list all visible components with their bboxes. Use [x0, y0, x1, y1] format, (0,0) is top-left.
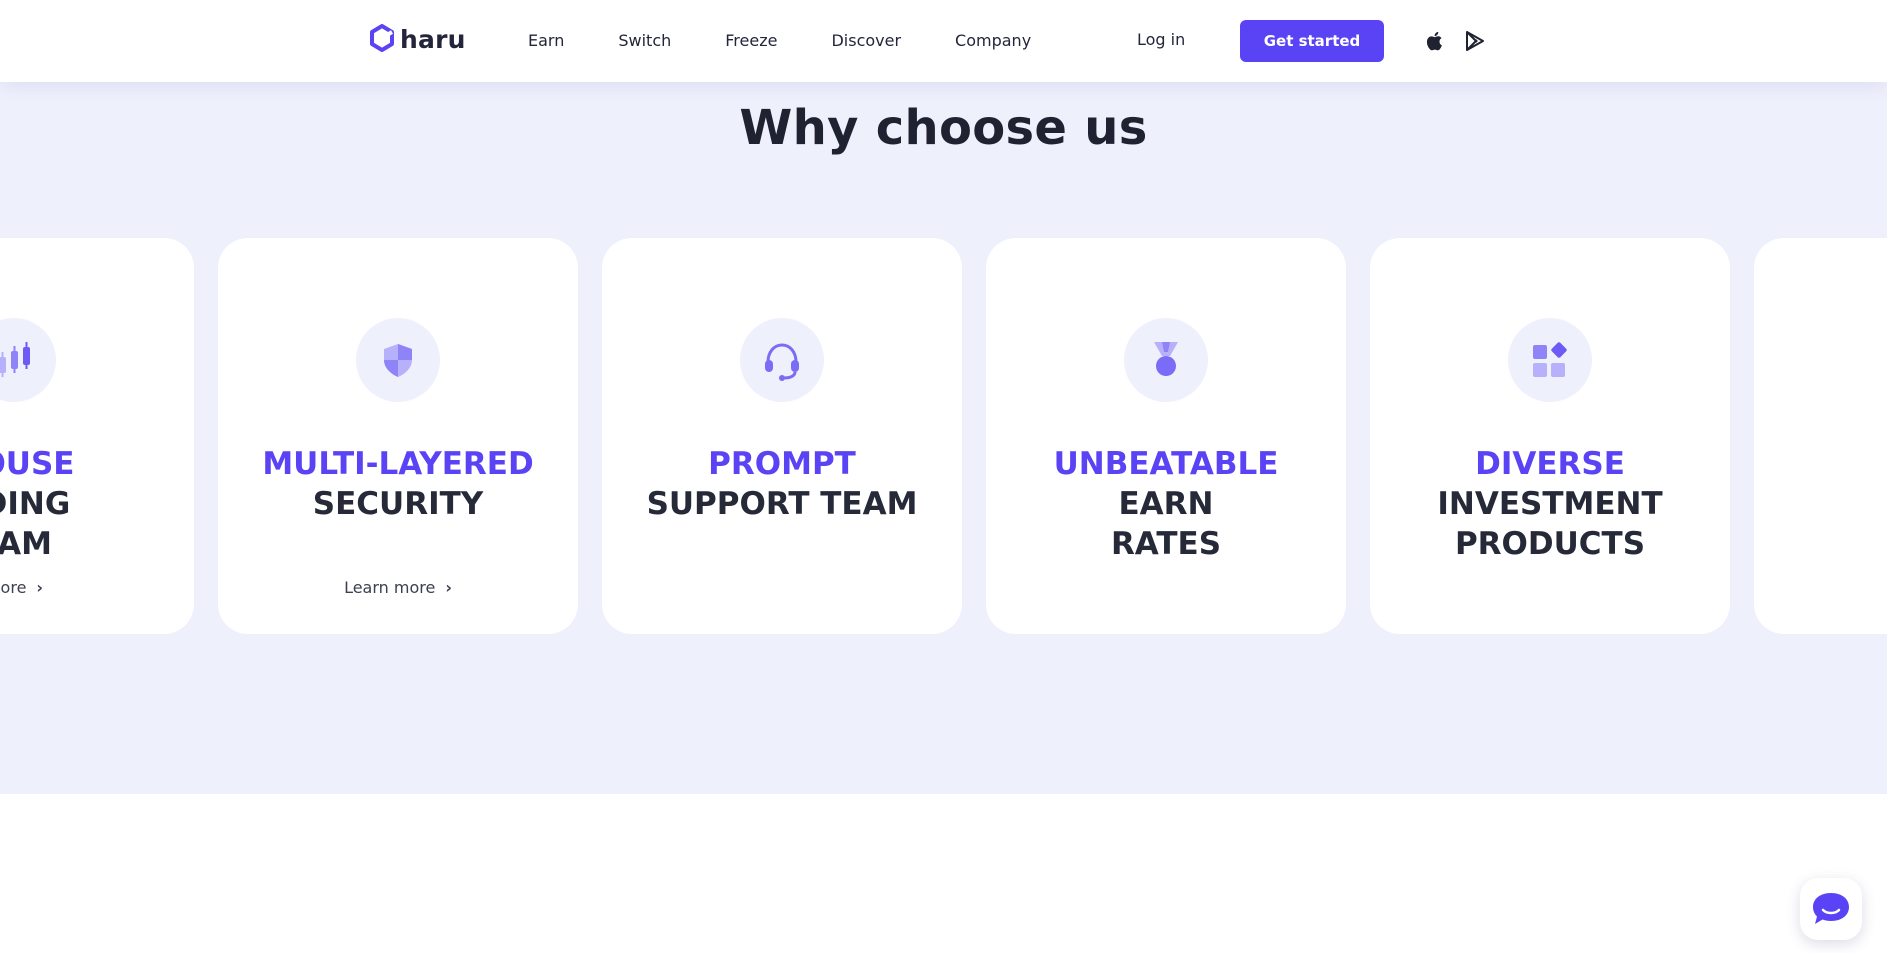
headset-icon: [765, 343, 799, 381]
feature-card-investment-products: DIVERSE INVESTMENT PRODUCTS: [1370, 238, 1730, 634]
learn-more-label: more: [0, 578, 27, 597]
feature-title-line: INVESTMENT: [1437, 486, 1663, 522]
apple-icon[interactable]: [1423, 29, 1447, 53]
login-link[interactable]: Log in: [1137, 30, 1185, 49]
chat-bubble-icon: [1813, 893, 1849, 924]
learn-more-label: Learn more: [344, 578, 436, 597]
brand-name: haru: [400, 24, 466, 54]
medal-icon: [1154, 342, 1178, 376]
feature-icon-badge: [356, 318, 440, 402]
feature-icon-badge: [0, 318, 56, 402]
learn-more-link[interactable]: more ›: [0, 578, 194, 597]
why-choose-us-section: Why choose us HOUSE ADING EAM more ›: [0, 82, 1887, 794]
feature-title: HOUSE ADING EAM: [0, 444, 194, 564]
learn-more-link[interactable]: Learn more ›: [218, 578, 578, 597]
feature-title: DIVERSE INVESTMENT PRODUCTS: [1370, 444, 1730, 564]
haru-logo-icon: [370, 24, 394, 52]
feature-icon-badge: [1508, 318, 1592, 402]
feature-title: UNBEATABLE EARN RATES: [986, 444, 1346, 564]
feature-icon-badge: [1124, 318, 1208, 402]
feature-title-line: ADING: [0, 486, 71, 522]
shield-icon: [384, 344, 412, 377]
feature-icon-badge: [740, 318, 824, 402]
feature-card-support: PROMPT SUPPORT TEAM: [602, 238, 962, 634]
candlestick-chart-icon: [0, 342, 30, 377]
nav-earn[interactable]: Earn: [528, 31, 564, 50]
feature-card-earn-rates: UNBEATABLE EARN RATES: [986, 238, 1346, 634]
feature-title: PROMPT SUPPORT TEAM: [602, 444, 962, 524]
feature-card-in-house-trading: HOUSE ADING EAM more ›: [0, 238, 194, 634]
chevron-right-icon: ›: [36, 578, 44, 597]
feature-title-accent: MULTI-LAYERED: [262, 446, 534, 482]
section-title: Why choose us: [739, 100, 1148, 156]
feature-title-accent: PROMPT: [708, 446, 856, 482]
feature-title-accent: DIVERSE: [1475, 446, 1625, 482]
feature-title-line: SUPPORT TEAM: [646, 486, 918, 522]
feature-title-accent: HOUSE: [0, 446, 75, 482]
feature-title: CO EA: [1754, 444, 1887, 564]
nav-freeze[interactable]: Freeze: [725, 31, 777, 50]
feature-title: MULTI-LAYERED SECURITY: [218, 444, 578, 524]
feature-title-line: RATES: [1110, 526, 1222, 562]
site-header: haru Earn Switch Freeze Discover Company…: [0, 0, 1887, 82]
nav-discover[interactable]: Discover: [831, 31, 901, 50]
nav-company[interactable]: Company: [955, 31, 1031, 50]
feature-title-line: SECURITY: [312, 486, 484, 522]
brand-logo[interactable]: haru: [370, 24, 466, 54]
feature-title-line: PRODUCTS: [1454, 526, 1646, 562]
grid-diamond-icon: [1533, 342, 1567, 377]
feature-card-partial: CO EA: [1754, 238, 1887, 634]
main-nav: Earn Switch Freeze Discover Company: [528, 31, 1085, 50]
chat-launcher-button[interactable]: [1800, 878, 1862, 940]
get-started-button[interactable]: Get started: [1240, 20, 1384, 62]
feature-title-accent: UNBEATABLE: [1053, 446, 1279, 482]
feature-title-line: EA: [1754, 524, 1887, 564]
feature-title-accent: [1754, 444, 1887, 484]
feature-title-line: EARN: [1118, 486, 1214, 522]
nav-switch[interactable]: Switch: [618, 31, 671, 50]
google-play-icon[interactable]: [1463, 29, 1487, 53]
feature-title-line: EAM: [0, 526, 53, 562]
chevron-right-icon: ›: [445, 578, 452, 597]
feature-title-line: CO: [1754, 484, 1887, 524]
feature-card-security: MULTI-LAYERED SECURITY Learn more ›: [218, 238, 578, 634]
